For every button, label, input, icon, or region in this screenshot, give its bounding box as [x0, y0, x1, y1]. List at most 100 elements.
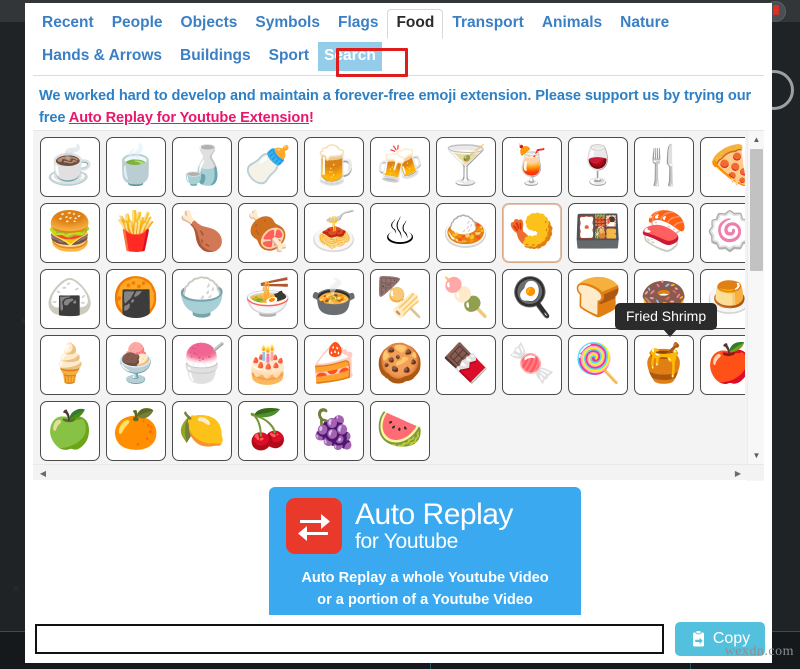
- banner-header: Auto Replay for Youtube: [269, 487, 581, 554]
- emoji-cell-hot-beverage[interactable]: ☕: [40, 137, 100, 197]
- emoji-cell-cookie[interactable]: 🍪: [370, 335, 430, 395]
- emoji-cell-lollipop[interactable]: 🍭: [568, 335, 628, 395]
- emoji-cell-ice-cream[interactable]: 🍨: [106, 335, 166, 395]
- tab-recent[interactable]: Recent: [33, 9, 103, 38]
- emoji-cell-grapes[interactable]: 🍇: [304, 401, 364, 461]
- banner-title: Auto Replay: [355, 497, 513, 531]
- tab-sport[interactable]: Sport: [260, 42, 318, 71]
- banner-subtitle: for Youtube: [355, 529, 458, 553]
- emoji-cell-sushi[interactable]: 🍣: [634, 203, 694, 263]
- emoji-glyph: 🍟: [112, 211, 160, 253]
- emoji-glyph: 🍨: [112, 343, 160, 385]
- emoji-cell-green-apple[interactable]: 🍏: [40, 401, 100, 461]
- watermark: wexdn.com: [724, 644, 794, 659]
- emoji-cell-custard[interactable]: 🍮: [700, 269, 745, 329]
- tab-row-1: Recent People Objects Symbols Flags Food…: [33, 9, 764, 42]
- emoji-cell-doughnut[interactable]: 🍩: [634, 269, 694, 329]
- emoji-cell-french-fries[interactable]: 🍟: [106, 203, 166, 263]
- emoji-glyph: ☕: [46, 145, 94, 187]
- scroll-down-arrow-icon[interactable]: ▼: [748, 447, 765, 464]
- emoji-glyph: 🍮: [706, 279, 745, 317]
- emoji-cell-steaming-bowl[interactable]: 🍜: [238, 269, 298, 329]
- emoji-output-input[interactable]: [35, 624, 664, 654]
- emoji-cell-birthday-cake[interactable]: 🎂: [238, 335, 298, 395]
- emoji-cell-shaved-ice[interactable]: 🍧: [172, 335, 232, 395]
- emoji-cell-tropical-drink[interactable]: 🍹: [502, 137, 562, 197]
- horizontal-scrollbar[interactable]: ◀ ▶: [33, 464, 764, 480]
- emoji-glyph: 🍚: [178, 277, 226, 319]
- tab-people[interactable]: People: [103, 9, 172, 38]
- emoji-cell-cooking-egg[interactable]: 🍳: [502, 269, 562, 329]
- emoji-cell-curry-rice[interactable]: 🍛: [436, 203, 496, 263]
- emoji-cell-rice-ball[interactable]: 🍙: [40, 269, 100, 329]
- emoji-cell-bread[interactable]: 🍞: [568, 269, 628, 329]
- emoji-cell-dango[interactable]: 🍡: [436, 269, 496, 329]
- emoji-cell-rice-cracker[interactable]: 🍘: [106, 269, 166, 329]
- emoji-glyph: 🍦: [46, 343, 94, 385]
- emoji-cell-honey-pot[interactable]: 🍯: [634, 335, 694, 395]
- emoji-cell-tangerine[interactable]: 🍊: [106, 401, 166, 461]
- auto-replay-banner[interactable]: Auto Replay for Youtube Auto Replay a wh…: [269, 487, 581, 622]
- emoji-cell-clinking-beer-mugs[interactable]: 🍻: [370, 137, 430, 197]
- tab-flags[interactable]: Flags: [329, 9, 387, 38]
- scroll-up-arrow-icon[interactable]: ▲: [748, 131, 765, 148]
- emoji-glyph: 🍎: [706, 345, 745, 383]
- emoji-glyph: 🍇: [310, 409, 358, 451]
- emoji-glyph: 🍷: [574, 145, 622, 187]
- emoji-cell-candy[interactable]: 🍬: [502, 335, 562, 395]
- vertical-scrollbar-thumb[interactable]: [750, 149, 763, 271]
- emoji-cell-cooked-rice[interactable]: 🍚: [172, 269, 232, 329]
- tab-hands-and-arrows[interactable]: Hands & Arrows: [33, 42, 171, 71]
- emoji-glyph: 🎂: [244, 343, 292, 385]
- emoji-cell-shortcake[interactable]: 🍰: [304, 335, 364, 395]
- tab-search[interactable]: Search: [318, 42, 382, 71]
- vertical-scrollbar[interactable]: ▲ ▼: [747, 131, 764, 481]
- emoji-cell-meat-on-bone[interactable]: 🍖: [238, 203, 298, 263]
- banner-desc-line-2: or a portion of a Youtube Video: [317, 592, 533, 608]
- tab-nature[interactable]: Nature: [611, 9, 678, 38]
- tab-symbols[interactable]: Symbols: [246, 9, 329, 38]
- tab-buildings[interactable]: Buildings: [171, 42, 260, 71]
- emoji-cell-red-apple[interactable]: 🍎: [700, 335, 745, 395]
- bottom-bar: Copy: [25, 615, 772, 663]
- emoji-cell-sake[interactable]: 🍶: [172, 137, 232, 197]
- emoji-cell-hot-springs[interactable]: ♨: [370, 203, 430, 263]
- emoji-grid: ☕ 🍵 🍶 🍼 🍺 🍻 🍸 🍹 🍷 🍴 🍕 🍔 🍟 🍗 🍖 🍝 ♨ 🍛 🍤 🍱 🍣 🍥 🍙 🍘 🍚 🍜 🍲 🍢 🍡 🍳 🍞 🍩 🍮 🍦 🍨 🍧 🎂 🍰 🍪 🍫…: [33, 131, 745, 461]
- emoji-cell-cherries[interactable]: 🍒: [238, 401, 298, 461]
- emoji-glyph: 🍩: [640, 277, 688, 319]
- emoji-glyph: 🍡: [442, 277, 490, 319]
- emoji-cell-fried-shrimp[interactable]: 🍤: [502, 203, 562, 263]
- emoji-cell-watermelon[interactable]: 🍉: [370, 401, 430, 461]
- emoji-cell-bento-box[interactable]: 🍱: [568, 203, 628, 263]
- emoji-cell-pizza[interactable]: 🍕: [700, 137, 745, 197]
- scroll-right-arrow-icon[interactable]: ▶: [730, 465, 746, 481]
- emoji-glyph: 🍶: [178, 145, 226, 187]
- emoji-cell-teacup-without-handle[interactable]: 🍵: [106, 137, 166, 197]
- emoji-cell-baby-bottle[interactable]: 🍼: [238, 137, 298, 197]
- emoji-cell-pot-of-food[interactable]: 🍲: [304, 269, 364, 329]
- tab-food[interactable]: Food: [387, 9, 444, 39]
- emoji-glyph: 🍳: [508, 277, 556, 319]
- emoji-cell-fork-and-knife[interactable]: 🍴: [634, 137, 694, 197]
- emoji-cell-hamburger[interactable]: 🍔: [40, 203, 100, 263]
- emoji-cell-spaghetti[interactable]: 🍝: [304, 203, 364, 263]
- scroll-left-arrow-icon[interactable]: ◀: [35, 465, 51, 481]
- emoji-cell-chocolate-bar[interactable]: 🍫: [436, 335, 496, 395]
- emoji-cell-wine-glass[interactable]: 🍷: [568, 137, 628, 197]
- emoji-cell-poultry-leg[interactable]: 🍗: [172, 203, 232, 263]
- tab-transport[interactable]: Transport: [443, 9, 532, 38]
- tab-objects[interactable]: Objects: [172, 9, 247, 38]
- emoji-glyph: 🍺: [310, 145, 358, 187]
- auto-replay-link[interactable]: Auto Replay for Youtube Extension: [69, 110, 309, 126]
- tab-animals[interactable]: Animals: [533, 9, 611, 38]
- emoji-glyph: 🍝: [310, 211, 358, 253]
- emoji-cell-fish-cake[interactable]: 🍥: [700, 203, 745, 263]
- emoji-glyph: 🍱: [574, 211, 622, 253]
- emoji-cell-oden[interactable]: 🍢: [370, 269, 430, 329]
- emoji-cell-beer-mug[interactable]: 🍺: [304, 137, 364, 197]
- emoji-glyph: 🍏: [46, 409, 94, 451]
- emoji-cell-lemon[interactable]: 🍋: [172, 401, 232, 461]
- emoji-cell-soft-ice-cream[interactable]: 🍦: [40, 335, 100, 395]
- emoji-cell-cocktail-glass[interactable]: 🍸: [436, 137, 496, 197]
- emoji-glyph: 🍥: [706, 213, 745, 251]
